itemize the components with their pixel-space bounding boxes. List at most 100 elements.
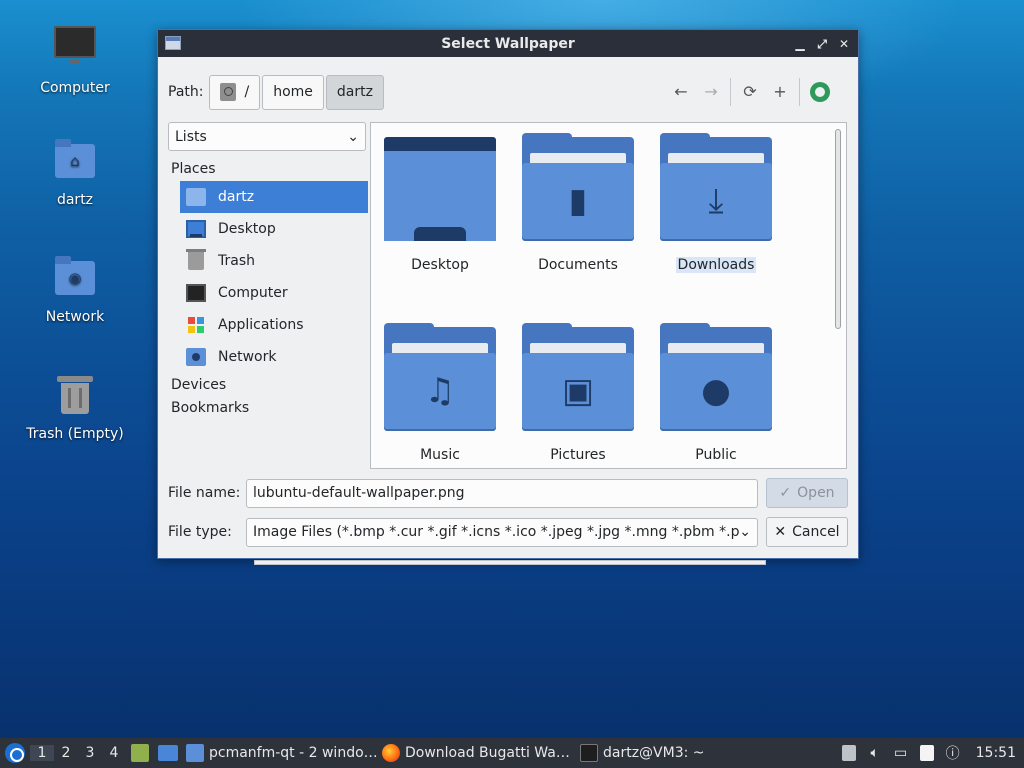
sidebar-item-label: Computer bbox=[218, 285, 288, 301]
sidebar-item-label: Desktop bbox=[218, 221, 276, 237]
filetype-label: File type: bbox=[168, 524, 232, 540]
volume-icon[interactable]: 🔈︎ bbox=[862, 738, 888, 768]
firefox-icon bbox=[382, 744, 400, 762]
workspace-3[interactable]: 3 bbox=[78, 745, 102, 761]
file-item-label: Pictures bbox=[550, 447, 606, 463]
file-item-label: Documents bbox=[538, 257, 618, 273]
open-button[interactable]: ✓ Open bbox=[766, 478, 848, 508]
network-status-icon[interactable]: ▭ bbox=[888, 738, 914, 768]
background-window-edge bbox=[254, 560, 766, 565]
applications-icon bbox=[186, 316, 206, 334]
file-item-label: Downloads bbox=[675, 257, 757, 273]
folder-icon bbox=[186, 744, 204, 762]
show-desktop-icon bbox=[158, 745, 178, 761]
new-folder-icon[interactable]: + bbox=[765, 77, 795, 107]
close-button[interactable]: ✕ bbox=[836, 36, 852, 52]
file-item-documents[interactable]: ▮ Documents bbox=[513, 133, 643, 273]
sidebar-item-desktop[interactable]: Desktop bbox=[180, 213, 368, 245]
filetype-select[interactable]: Image Files (*.bmp *.cur *.gif *.icns *.… bbox=[246, 517, 758, 547]
filename-label: File name: bbox=[168, 485, 241, 501]
computer-icon bbox=[54, 26, 96, 64]
file-item-desktop[interactable]: Desktop bbox=[375, 137, 505, 273]
file-item-label: Desktop bbox=[411, 257, 469, 273]
clock[interactable]: 15:51 bbox=[966, 745, 1024, 761]
desktop-icon-dartz[interactable]: ⌂ dartz bbox=[20, 138, 130, 208]
update-notifier-icon[interactable]: ⓘ bbox=[940, 738, 966, 768]
path-bar: Path: / home dartz ← → ⟳ + bbox=[168, 74, 848, 110]
home-folder-icon bbox=[186, 188, 206, 206]
window-icon bbox=[165, 36, 181, 50]
devices-header[interactable]: Devices bbox=[168, 373, 368, 396]
sidebar-item-computer[interactable]: Computer bbox=[180, 277, 368, 309]
places-header[interactable]: Places bbox=[168, 151, 368, 179]
filename-row: File name: lubuntu-default-wallpaper.png… bbox=[168, 478, 848, 508]
check-icon: ✓ bbox=[779, 485, 792, 501]
desktop-icon-computer[interactable]: Computer bbox=[20, 20, 130, 96]
sidebar-item-label: dartz bbox=[218, 189, 255, 205]
vertical-scrollbar[interactable] bbox=[835, 129, 841, 329]
file-item-downloads[interactable]: ⤓ Downloads bbox=[651, 133, 781, 273]
cancel-button[interactable]: ✕ Cancel bbox=[766, 517, 848, 547]
pictures-folder-icon: ▣ bbox=[522, 323, 634, 431]
combo-value: Lists bbox=[175, 128, 207, 145]
sidebar-item-dartz[interactable]: dartz bbox=[180, 181, 368, 213]
desktop-icon-label: Network bbox=[45, 309, 105, 325]
breadcrumb-root[interactable]: / bbox=[209, 74, 261, 110]
trash-icon bbox=[57, 376, 93, 414]
breadcrumb-dartz[interactable]: dartz bbox=[325, 74, 384, 110]
clipboard-icon[interactable] bbox=[836, 738, 862, 768]
sidebar-item-label: Trash bbox=[218, 253, 255, 269]
back-arrow-icon[interactable]: ← bbox=[666, 77, 696, 107]
sidebar-item-network[interactable]: Network bbox=[180, 341, 368, 373]
forward-arrow-icon[interactable]: → bbox=[696, 77, 726, 107]
close-icon: ✕ bbox=[774, 524, 787, 540]
filename-input[interactable]: lubuntu-default-wallpaper.png bbox=[246, 478, 758, 508]
maximize-button[interactable]: ⤢ bbox=[814, 36, 830, 52]
minimize-button[interactable]: ▁ bbox=[792, 36, 808, 52]
title-bar[interactable]: Select Wallpaper ▁ ⤢ ✕ bbox=[158, 30, 858, 57]
workspace-2[interactable]: 2 bbox=[54, 745, 78, 761]
desktop-folder-icon bbox=[384, 137, 496, 241]
workspace-1[interactable]: 1 bbox=[30, 745, 54, 761]
desktop-icon-network[interactable]: ◉ Network bbox=[20, 255, 130, 325]
reload-icon[interactable]: ⟳ bbox=[735, 77, 765, 107]
view-options-icon[interactable] bbox=[810, 82, 830, 102]
task-label: pcmanfm-qt - 2 windo… bbox=[209, 745, 378, 761]
workspace-4[interactable]: 4 bbox=[102, 745, 126, 761]
file-item-pictures[interactable]: ▣ Pictures bbox=[513, 323, 643, 463]
task-pcmanfm[interactable]: pcmanfm-qt - 2 windo… bbox=[182, 738, 378, 768]
system-tray: 🔈︎ ▭ ⓘ 15:51 bbox=[836, 738, 1024, 768]
show-desktop-launcher[interactable] bbox=[154, 738, 182, 768]
desktop-icon-label: dartz bbox=[56, 192, 94, 208]
open-button-label: Open bbox=[797, 485, 835, 501]
sidebar-view-combo[interactable]: Lists ⌄ bbox=[168, 122, 366, 151]
start-menu-button[interactable] bbox=[0, 738, 30, 768]
file-manager-launcher[interactable] bbox=[126, 738, 154, 768]
sidebar: Lists ⌄ Places dartz Desktop Trash Compu… bbox=[168, 122, 368, 472]
breadcrumb-home[interactable]: home bbox=[262, 74, 324, 110]
file-item-label: Music bbox=[420, 447, 460, 463]
select-wallpaper-dialog: Select Wallpaper ▁ ⤢ ✕ Path: / home dart… bbox=[157, 29, 859, 559]
filetype-row: File type: Image Files (*.bmp *.cur *.gi… bbox=[168, 517, 848, 547]
sidebar-item-trash[interactable]: Trash bbox=[180, 245, 368, 277]
task-label: dartz@VM3: ~ bbox=[603, 745, 705, 761]
sidebar-item-label: Applications bbox=[218, 317, 304, 333]
sidebar-item-applications[interactable]: Applications bbox=[180, 309, 368, 341]
file-item-public[interactable]: ● Public bbox=[651, 323, 781, 463]
task-firefox[interactable]: Download Bugatti Wa… bbox=[378, 738, 576, 768]
breadcrumb-label: / bbox=[244, 84, 250, 100]
music-folder-icon: ♫ bbox=[384, 323, 496, 431]
bookmarks-header[interactable]: Bookmarks bbox=[168, 396, 368, 419]
trash-icon bbox=[186, 249, 206, 270]
task-terminal[interactable]: dartz@VM3: ~ bbox=[576, 738, 716, 768]
dialog-title: Select Wallpaper bbox=[441, 35, 575, 52]
desktop-icon-label: Trash (Empty) bbox=[26, 426, 124, 442]
notes-icon[interactable] bbox=[914, 738, 940, 768]
computer-icon bbox=[186, 284, 206, 302]
file-manager-icon bbox=[131, 744, 149, 762]
file-item-music[interactable]: ♫ Music bbox=[375, 323, 505, 463]
toolbar-separator bbox=[730, 78, 731, 106]
chevron-down-icon: ⌄ bbox=[347, 128, 359, 145]
desktop-icon-trash[interactable]: Trash (Empty) bbox=[20, 372, 130, 442]
public-folder-icon: ● bbox=[660, 323, 772, 431]
